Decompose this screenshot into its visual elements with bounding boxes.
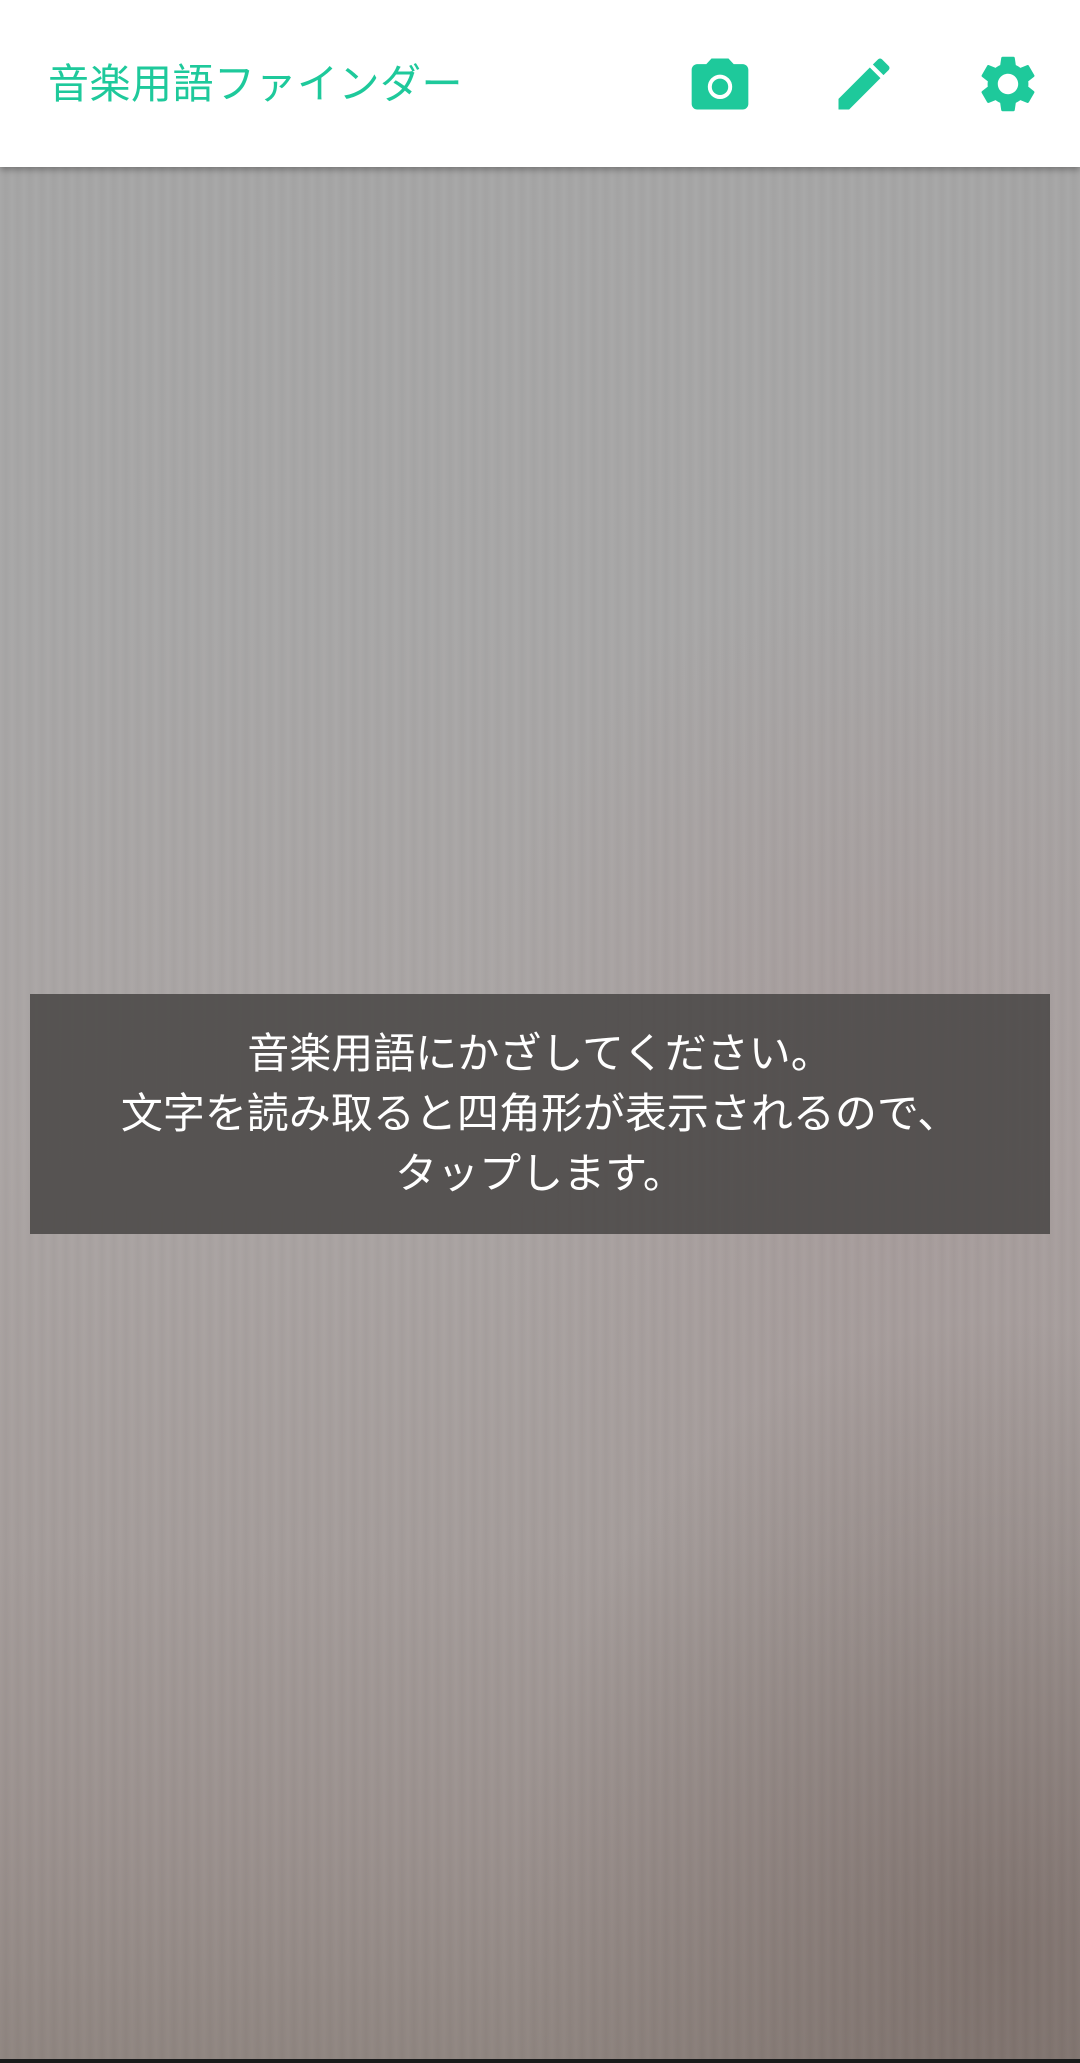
settings-button[interactable] — [972, 48, 1044, 120]
hint-line: 文字を読み取ると四角形が表示されるので、 — [120, 1089, 960, 1138]
edit-button[interactable] — [828, 48, 900, 120]
hint-line: 音楽用語にかざしてください。 — [247, 1029, 833, 1078]
pencil-icon — [838, 58, 890, 110]
scan-hint-text: 音楽用語にかざしてください。 文字を読み取ると四角形が表示されるので、 タップし… — [121, 1024, 959, 1204]
scan-hint-banner: 音楽用語にかざしてください。 文字を読み取ると四角形が表示されるので、 タップし… — [30, 994, 1050, 1234]
camera-icon — [691, 58, 749, 110]
app-title: 音楽用語ファインダー — [48, 60, 463, 108]
camera-button[interactable] — [684, 48, 756, 120]
bottom-divider — [0, 2059, 1080, 2063]
app-bar: 音楽用語ファインダー — [0, 0, 1080, 167]
hint-line: タップします。 — [395, 1149, 685, 1198]
gear-icon — [981, 56, 1035, 112]
